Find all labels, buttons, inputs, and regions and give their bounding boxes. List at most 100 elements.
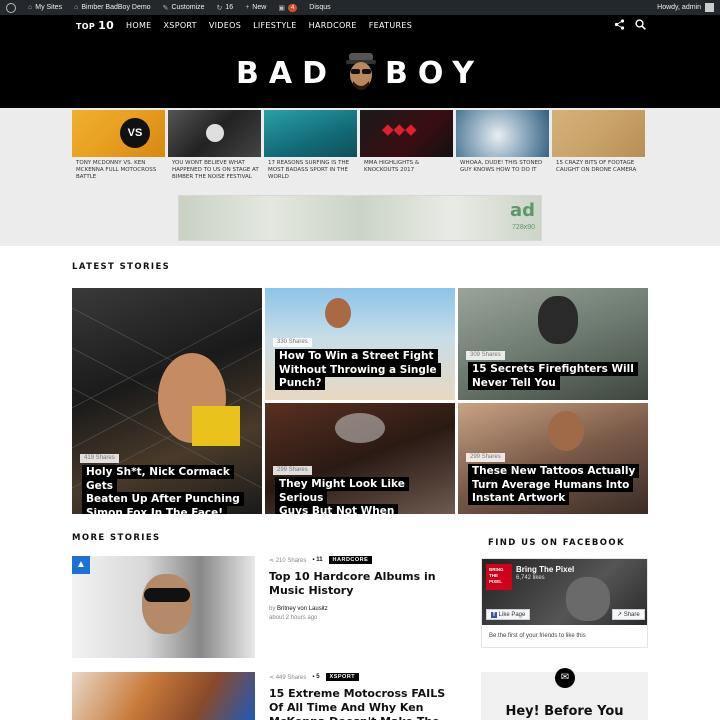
nav-item-home[interactable]: HOME xyxy=(126,21,151,30)
story-title-line: Without Throwing a Single xyxy=(275,362,441,377)
trending-thumbnail[interactable] xyxy=(552,110,645,157)
facebook-page-name[interactable]: Bring The Pixel xyxy=(516,565,574,574)
comment-count[interactable]: ▪ 5 xyxy=(312,674,319,680)
latest-story-tile[interactable]: 299 Shares They Might Look Like Serious … xyxy=(265,403,455,514)
story-meta: ⋖ 449 Shares ▪ 5 XSPORT xyxy=(269,673,360,681)
trending-caption[interactable]: 15 CRAZY BITS OF FOOTAGE CAUGHT ON DRONE… xyxy=(552,160,645,174)
trending-thumbnail[interactable]: VS xyxy=(72,110,165,157)
trending-card[interactable]: YOU WONT BELIEVE WHAT HAPPENED TO US ON … xyxy=(168,110,261,181)
nav-item-videos[interactable]: VIDEOS xyxy=(209,21,241,30)
trending-caption[interactable]: 17 REASONS SURFING IS THE MOST BADASS SP… xyxy=(264,160,357,181)
story-title-line: They Might Look Like Serious xyxy=(275,477,409,505)
trending-thumbnail[interactable] xyxy=(264,110,357,157)
story-title[interactable]: Holy Sh*t, Nick Cormack Gets Beaten Up A… xyxy=(82,465,257,514)
story-title-line: Beaten Up After Punching xyxy=(82,492,244,506)
admin-new-label: New xyxy=(252,4,267,11)
facebook-cover-image[interactable]: BRING THE PIXEL Bring The Pixel 6,742 li… xyxy=(482,559,647,625)
hot-flame-icon: ▲ xyxy=(72,556,90,574)
nav-item-lifestyle[interactable]: LIFESTYLE xyxy=(253,21,297,30)
site-logo[interactable]: BAD BOY xyxy=(0,51,720,95)
admin-account[interactable]: Howdy, admin xyxy=(657,3,720,12)
story-title[interactable]: These New Tattoos Actually Turn Average … xyxy=(468,464,643,506)
facebook-heading: FIND US ON FACEBOOK xyxy=(488,538,625,548)
site-header: BAD BOY xyxy=(0,36,720,108)
nav-item-xsport[interactable]: XSPORT xyxy=(164,21,197,30)
admin-disqus-label: Disqus xyxy=(309,4,331,11)
story-title[interactable]: 15 Secrets Firefighters Will Never Tell … xyxy=(468,362,643,390)
wordpress-logo-button[interactable] xyxy=(0,0,22,15)
admin-customize-label: Customize xyxy=(171,4,205,11)
category-badge[interactable]: HARDCORE xyxy=(328,556,373,564)
story-title-line: Instant Artwork xyxy=(468,491,570,505)
latest-story-tile[interactable]: 309 Shares 15 Secrets Firefighters Will … xyxy=(458,288,648,400)
nav-item-features[interactable]: FEATURES xyxy=(369,21,412,30)
admin-plugin-notice[interactable]: ▣ 4 xyxy=(272,0,303,15)
trending-card[interactable]: ◆◆◆ MMA HIGHLIGHTS & KNOCKOUTS 2017 xyxy=(360,110,453,174)
admin-updates[interactable]: ↻ 16 xyxy=(211,0,240,15)
story-title[interactable]: 15 Extreme Motocross FAILS Of All Time A… xyxy=(269,687,449,720)
nav-item-hardcore[interactable]: HARDCORE xyxy=(309,21,357,30)
facebook-page-logo[interactable]: BRING THE PIXEL xyxy=(486,564,512,590)
ad-label: ad xyxy=(509,200,535,221)
latest-story-tile[interactable]: 330 Shares How To Win a Street Fight Wit… xyxy=(265,288,455,400)
comment-count[interactable]: ▪ 11 xyxy=(312,557,322,563)
story-thumbnail[interactable] xyxy=(72,672,255,720)
latest-story-tile[interactable]: 419 Shares Holy Sh*t, Nick Cormack Gets … xyxy=(72,288,262,514)
story-title-line: Never Tell You xyxy=(468,375,560,390)
story-title[interactable]: Top 10 Hardcore Albums in Music History xyxy=(269,570,449,598)
facebook-share-button[interactable]: ↗ Share xyxy=(612,609,645,620)
ad-banner[interactable]: ad 728x90 xyxy=(178,195,542,241)
nav-top10[interactable]: TOP 10 xyxy=(76,19,114,32)
newsletter-box: ✉ Hey! Before You xyxy=(481,668,648,720)
trending-caption[interactable]: YOU WONT BELIEVE WHAT HAPPENED TO US ON … xyxy=(168,160,261,181)
person-figure xyxy=(142,574,192,634)
story-title-line: Punch? xyxy=(275,376,326,390)
story-title[interactable]: How To Win a Street Fight Without Throwi… xyxy=(275,349,450,391)
skull-mascot-icon xyxy=(343,51,379,95)
story-title-line: Simon Fox In The Face! xyxy=(82,505,228,514)
share-count: 299 Shares xyxy=(273,466,312,475)
wordpress-icon xyxy=(6,2,16,13)
latest-story-tile[interactable]: 299 Shares These New Tattoos Actually Tu… xyxy=(458,403,648,514)
trending-caption[interactable]: WHOAA, DUDE! THIS STONED GUY KNOWS HOW T… xyxy=(456,160,549,174)
search-icon[interactable] xyxy=(635,19,646,33)
facebook-f-icon: f xyxy=(491,612,497,618)
trending-caption[interactable]: TONY MCDONNY VS. KEN MCKENNA FULL MOTOCR… xyxy=(72,160,165,181)
trending-card[interactable]: WHOAA, DUDE! THIS STONED GUY KNOWS HOW T… xyxy=(456,110,549,174)
smoke-cloud xyxy=(335,413,385,443)
story-title-line: How To Win a Street Fight xyxy=(275,349,438,363)
author-link[interactable]: Britney von Lausitz xyxy=(277,606,328,612)
sunglasses-graphic xyxy=(144,588,190,602)
trending-thumbnail[interactable]: ◆◆◆ xyxy=(360,110,453,157)
trending-thumbnail[interactable] xyxy=(456,110,549,157)
byline-prefix: by xyxy=(269,606,276,612)
story-title[interactable]: They Might Look Like Serious Guys But No… xyxy=(275,477,450,514)
share-count: 419 Shares xyxy=(80,454,119,463)
story-thumbnail[interactable]: ▲ xyxy=(72,556,255,658)
admin-disqus[interactable]: Disqus xyxy=(303,0,336,15)
admin-customize[interactable]: ✎ Customize xyxy=(157,0,211,15)
trending-card[interactable]: 17 REASONS SURFING IS THE MOST BADASS SP… xyxy=(264,110,357,181)
admin-new[interactable]: + New xyxy=(239,0,272,15)
category-badge[interactable]: XSPORT xyxy=(325,673,360,681)
story-title-line: Holy Sh*t, Nick Cormack Gets xyxy=(82,465,234,493)
howdy-label: Howdy, admin xyxy=(657,4,701,11)
person-figure xyxy=(325,298,351,328)
nav-top10-label: TOP xyxy=(76,22,96,31)
story-title-line: These New Tattoos Actually xyxy=(468,464,640,478)
facebook-like-button[interactable]: f Like Page xyxy=(486,609,531,620)
trending-caption[interactable]: MMA HIGHLIGHTS & KNOCKOUTS 2017 xyxy=(360,160,453,174)
admin-my-sites[interactable]: ⌂ My Sites xyxy=(22,0,68,15)
trending-card[interactable]: 15 CRAZY BITS OF FOOTAGE CAUGHT ON DRONE… xyxy=(552,110,645,174)
trending-thumbnail[interactable] xyxy=(168,110,261,157)
admin-my-sites-label: My Sites xyxy=(35,4,63,11)
share-count: 330 Shares xyxy=(273,338,312,347)
share-count-value: 210 Shares xyxy=(275,557,307,564)
envelope-icon: ✉ xyxy=(555,668,575,688)
story-title-line: Turn Average Humans Into xyxy=(468,477,634,492)
versus-badge: VS xyxy=(120,118,150,148)
admin-site-name[interactable]: ⌂ Bimber BadBoy Demo xyxy=(68,0,157,15)
tattoo-artist-figure xyxy=(548,411,584,451)
trending-card[interactable]: VS TONY MCDONNY VS. KEN MCKENNA FULL MOT… xyxy=(72,110,165,181)
share-icon[interactable] xyxy=(614,19,625,33)
